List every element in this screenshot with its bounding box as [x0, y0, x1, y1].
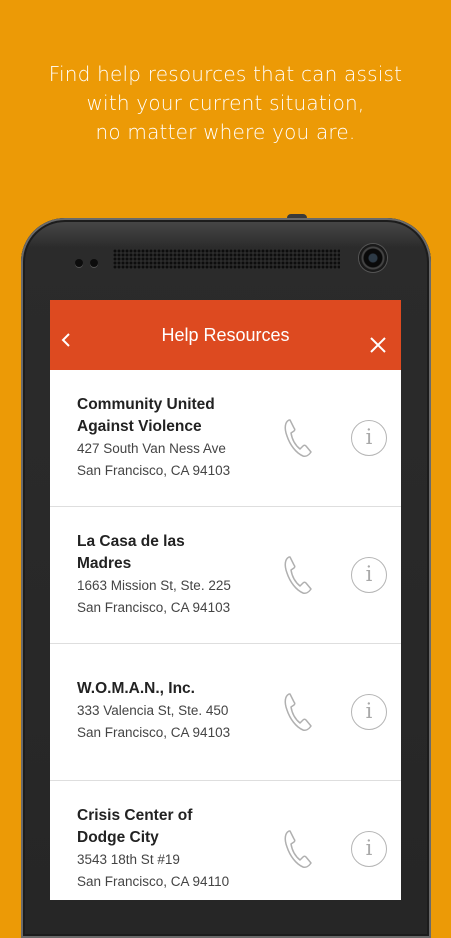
resource-address: 1663 Mission St, Ste. 225: [77, 578, 231, 593]
resource-info: Community United Against Violence 427 So…: [77, 394, 267, 482]
phone-icon[interactable]: [282, 418, 314, 458]
resource-info: W.O.M.A.N., Inc. 333 Valencia St, Ste. 4…: [77, 678, 267, 744]
info-icon[interactable]: i: [351, 420, 387, 456]
resource-name: Community United Against Violence: [77, 396, 215, 435]
camera-icon: [359, 244, 387, 272]
promo-line-2: with your current situation,: [86, 91, 365, 115]
phone-icon[interactable]: [282, 829, 314, 869]
resource-address: 3543 18th St #19: [77, 852, 180, 867]
app-bar: Help Resources: [50, 300, 401, 370]
resource-list: Community United Against Violence 427 So…: [50, 370, 401, 900]
resource-city: San Francisco, CA 94103: [77, 725, 231, 740]
speaker-grille: [113, 249, 340, 269]
list-item[interactable]: La Casa de las Madres 1663 Mission St, S…: [50, 507, 401, 644]
resource-city: San Francisco, CA 94103: [77, 463, 231, 478]
resource-name: Crisis Center of Dodge City: [77, 807, 193, 846]
sensor-dot-icon: [75, 259, 83, 267]
resource-name: W.O.M.A.N., Inc.: [77, 680, 195, 697]
close-icon[interactable]: [369, 336, 387, 354]
promo-text: Find help resources that can assist with…: [0, 60, 451, 147]
info-icon[interactable]: i: [351, 557, 387, 593]
list-item[interactable]: W.O.M.A.N., Inc. 333 Valencia St, Ste. 4…: [50, 644, 401, 781]
resource-address: 333 Valencia St, Ste. 450: [77, 703, 229, 718]
phone-icon[interactable]: [282, 692, 314, 732]
promo-line-3: no matter where you are.: [95, 120, 356, 144]
resource-city: San Francisco, CA 94110: [77, 874, 230, 889]
promo-line-1: Find help resources that can assist: [48, 62, 403, 86]
resource-address: 427 South Van Ness Ave: [77, 441, 226, 456]
resource-info: Crisis Center of Dodge City 3543 18th St…: [77, 805, 267, 893]
sensor-dot-icon: [90, 259, 98, 267]
phone-icon[interactable]: [282, 555, 314, 595]
info-icon[interactable]: i: [351, 694, 387, 730]
resource-city: San Francisco, CA 94103: [77, 600, 231, 615]
app-screen: Help Resources Community United Against …: [50, 300, 401, 900]
resource-info: La Casa de las Madres 1663 Mission St, S…: [77, 531, 267, 619]
list-item[interactable]: Crisis Center of Dodge City 3543 18th St…: [50, 781, 401, 900]
list-item[interactable]: Community United Against Violence 427 So…: [50, 370, 401, 507]
info-icon[interactable]: i: [351, 831, 387, 867]
resource-name: La Casa de las Madres: [77, 533, 185, 572]
